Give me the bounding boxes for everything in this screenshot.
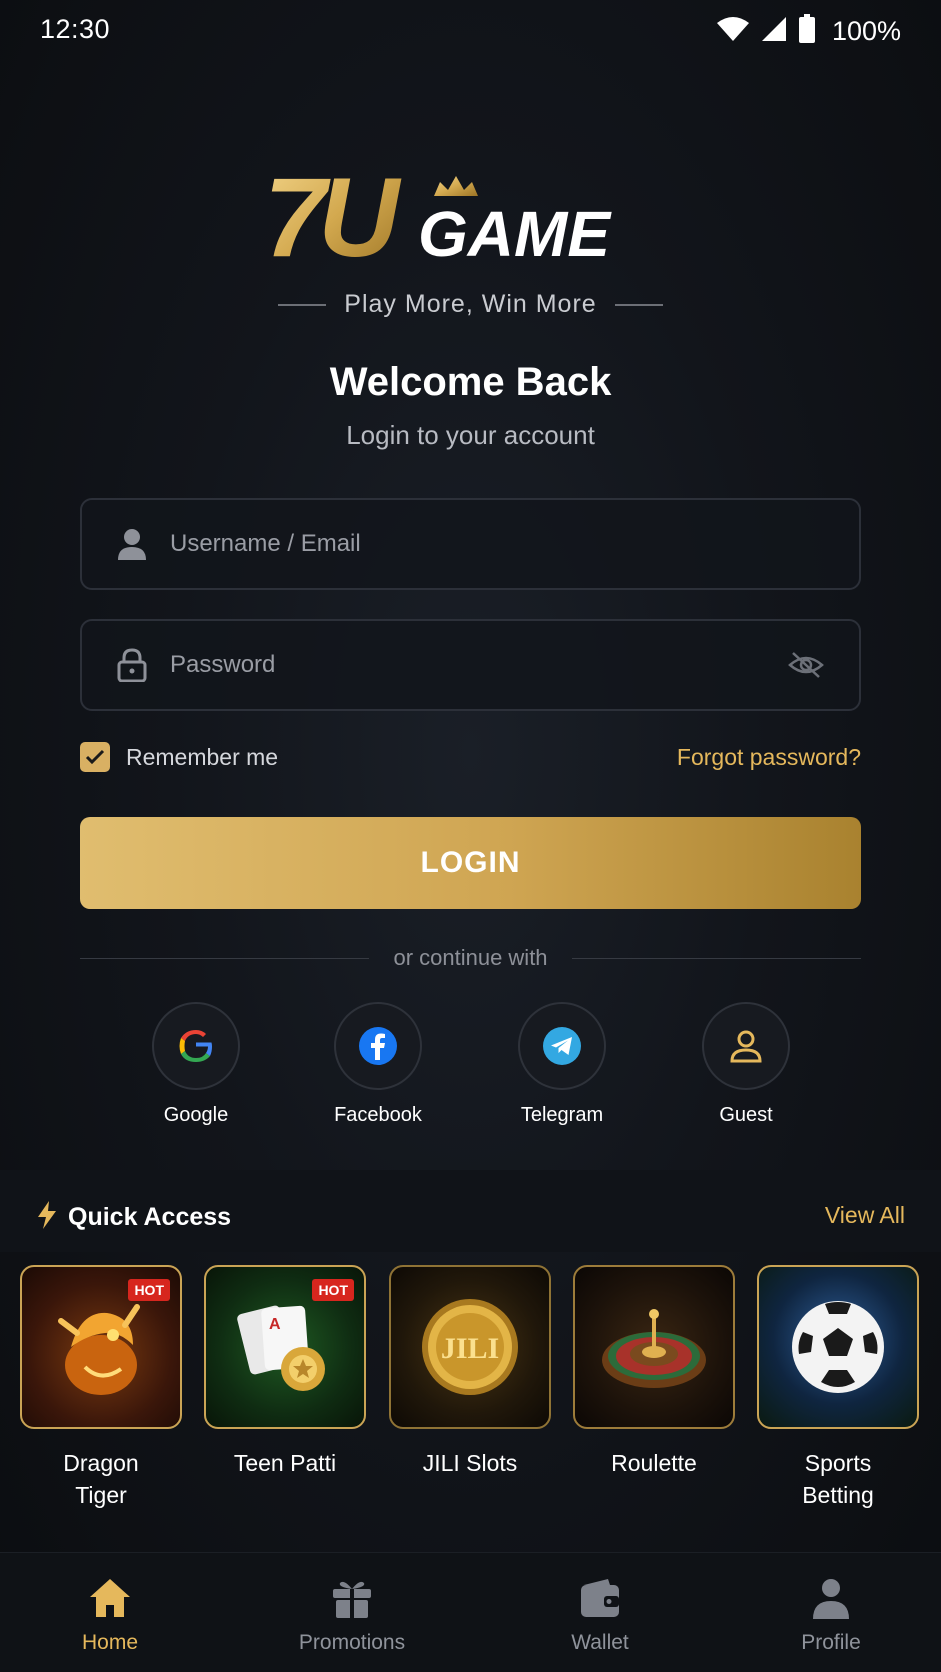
forgot-password-link[interactable]: Forgot password? [677,744,861,771]
continue-divider: or continue with [80,945,861,971]
welcome-subtitle: Login to your account [346,420,595,450]
battery-percent: 100% [831,16,901,46]
username-field[interactable] [80,498,861,590]
welcome-title: Welcome Back [329,360,612,404]
tagline-divider-right [614,303,663,306]
divider-line-left [80,957,370,959]
login-screen: 12:30 100% 7U GAME Play More, Win More W… [0,0,941,1672]
view-all-link[interactable]: View All [825,1202,905,1229]
telegram-label: Telegram [520,1104,604,1126]
game-label: Teen Patti [204,1447,366,1479]
nav-label: Home [81,1631,139,1654]
password-input[interactable] [170,651,787,679]
checkbox-checked-icon[interactable] [80,742,110,772]
game-label-line: Sports [804,1450,872,1476]
nav-wallet[interactable]: Wallet [520,1575,680,1655]
hot-badge: HOT [128,1279,170,1301]
tagline-row: Play More, Win More [0,290,941,319]
nav-profile[interactable]: Profile [751,1575,911,1655]
password-field[interactable] [80,619,861,711]
telegram-icon[interactable] [518,1002,606,1090]
signal-icon [760,15,788,48]
login-button[interactable]: LOGIN [80,817,861,909]
remember-row: Remember me Forgot password? [80,740,861,774]
nav-label: Profile [801,1631,861,1654]
remember-me-checkbox[interactable]: Remember me [80,742,278,772]
game-label-line: Tiger [75,1482,127,1508]
tagline-divider-left [278,303,327,306]
bottom-nav: Home Promotions Wallet Profile [0,1552,941,1672]
status-time: 12:30 [40,14,111,44]
game-label-line: Roulette [611,1450,697,1476]
svg-text:JILI: JILI [441,1332,499,1365]
guest-icon[interactable] [702,1002,790,1090]
divider-line-right [571,957,861,959]
quick-access-header: Quick Access [36,1200,231,1235]
telegram-login-button[interactable]: Telegram [492,1002,632,1127]
facebook-login-button[interactable]: Facebook [308,1002,448,1127]
guest-login-button[interactable]: Guest [676,1002,816,1127]
google-label: Google [163,1104,229,1126]
brand-tagline: Play More, Win More [344,290,597,318]
game-jili-slots[interactable]: JILI JILI Slots [389,1265,551,1479]
remember-me-label: Remember me [126,743,279,770]
hot-badge: HOT [312,1279,354,1301]
cards-icon[interactable]: A HOT [204,1265,366,1429]
game-label-line: Dragon [63,1450,139,1476]
facebook-label: Facebook [334,1104,422,1126]
wallet-icon[interactable] [520,1575,680,1621]
game-label: Sports Betting [757,1447,919,1511]
home-icon[interactable] [30,1575,190,1621]
battery-icon [798,14,816,49]
status-bar: 12:30 100% [0,0,941,60]
wifi-icon [716,15,750,48]
gift-icon[interactable] [272,1575,432,1621]
quick-access-title: Quick Access [68,1203,232,1231]
svg-text:A: A [269,1316,281,1333]
quick-access-games: HOT Dragon Tiger A HOT Teen Patti JILI J… [0,1265,941,1515]
eye-off-icon[interactable] [787,649,825,681]
game-label: Dragon Tiger [20,1447,182,1511]
game-label-line: Betting [802,1482,874,1508]
dragon-icon[interactable]: HOT [20,1265,182,1429]
soccer-ball-icon[interactable] [757,1265,919,1429]
nav-promotions[interactable]: Promotions [272,1575,432,1655]
nav-home[interactable]: Home [30,1575,190,1655]
game-teen-patti[interactable]: A HOT Teen Patti [204,1265,366,1479]
lightning-icon [36,1200,58,1235]
game-dragon-tiger[interactable]: HOT Dragon Tiger [20,1265,182,1511]
roulette-icon[interactable] [573,1265,735,1429]
game-label: JILI Slots [389,1447,551,1479]
user-icon [116,528,148,560]
svg-text:7U: 7U [270,160,402,280]
game-roulette[interactable]: Roulette [573,1265,735,1479]
game-sports-betting[interactable]: Sports Betting [757,1265,919,1511]
profile-icon[interactable] [751,1575,911,1621]
game-label-line: JILI Slots [422,1450,518,1476]
game-label-line: Teen Patti [233,1450,337,1476]
lock-icon [116,648,148,682]
nav-label: Wallet [571,1631,629,1654]
facebook-icon[interactable] [334,1002,422,1090]
nav-label: Promotions [298,1631,406,1654]
guest-label: Guest [719,1104,773,1126]
svg-text:GAME: GAME [418,198,612,270]
google-icon[interactable] [152,1002,240,1090]
game-label: Roulette [573,1447,735,1479]
jili-coin-icon[interactable]: JILI [389,1265,551,1429]
username-input[interactable] [170,530,859,558]
google-login-button[interactable]: Google [126,1002,266,1127]
status-indicators: 100% [716,14,901,49]
brand-logo: 7U GAME [264,155,670,280]
divider-text: or continue with [393,945,548,970]
